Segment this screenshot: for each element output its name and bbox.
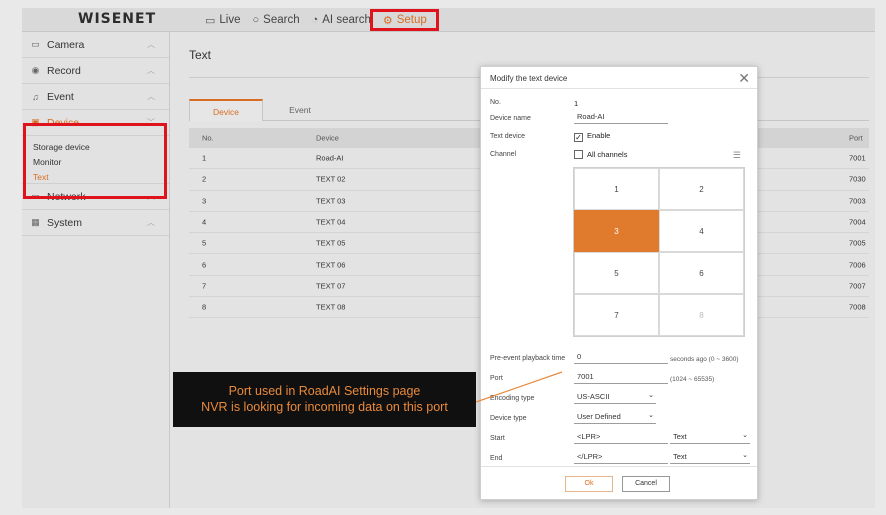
annotation-callout: Port used in RoadAI Settings page NVR is… — [173, 372, 476, 427]
annotation-line-1: Port used in RoadAI Settings page — [228, 384, 421, 398]
annotation-line-2: NVR is looking for incoming data on this… — [201, 400, 448, 414]
annotation-connector — [475, 371, 563, 403]
app-window: WISENET ▭ Live ○ Search ◔ AI search ⚙ Se… — [22, 8, 875, 508]
connector-line — [475, 371, 563, 403]
